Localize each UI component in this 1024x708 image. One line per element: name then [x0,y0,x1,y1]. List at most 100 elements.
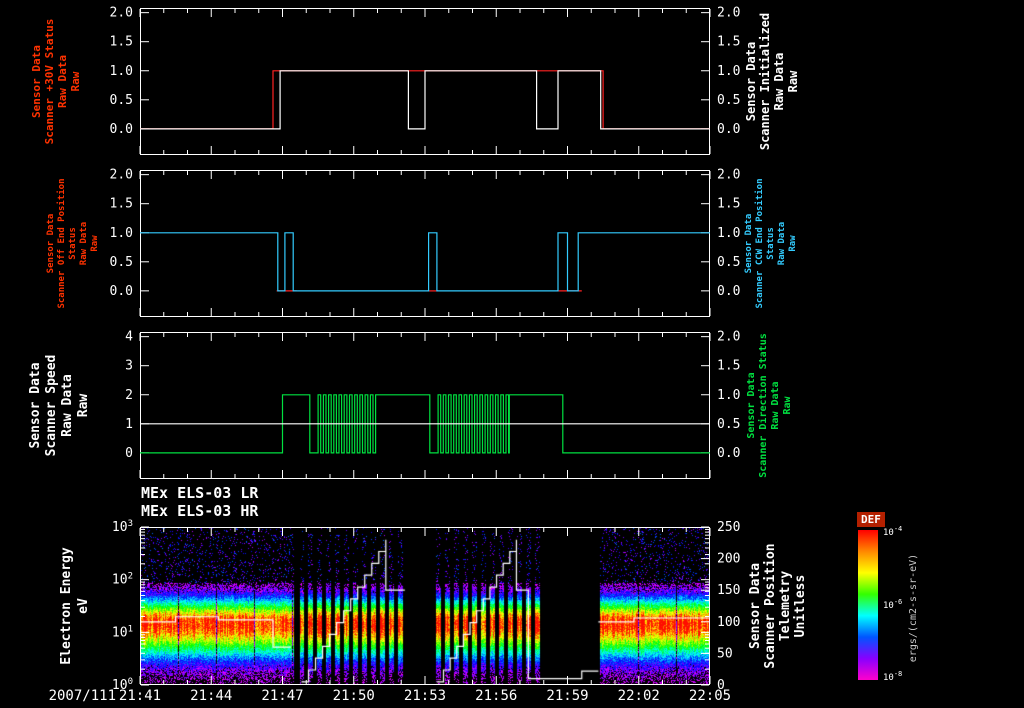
panel3-scanner-speed-plot: 0 1 2 3 4 0.0 0.5 1.0 1.5 2.0 [140,332,710,479]
date-label: 2007/111 [0,688,116,704]
svg-text:1.0: 1.0 [717,64,740,79]
svg-text:2.0: 2.0 [717,330,740,345]
colorbar-tick-label: 10-4 [883,525,902,538]
spectrogram-title-hr: MEx ELS-03 HR [141,502,258,520]
colorbar-tick-label: 10-6 [883,598,902,611]
panel2-left-axis-label: Sensor Data Scanner Off End Position Stat… [46,170,101,317]
axis-label-line: Raw Data [772,8,786,155]
svg-text:150: 150 [717,583,740,598]
svg-text:102: 102 [112,572,133,588]
spectrogram-title-lr: MEx ELS-03 LR [141,484,258,502]
svg-text:1.5: 1.5 [717,35,740,50]
svg-text:1.0: 1.0 [110,226,133,241]
axis-label-line: Raw Data [60,332,76,479]
svg-text:0.5: 0.5 [110,93,133,108]
axis-label-line: Sensor Data [744,8,758,155]
axis-label-line: Raw [69,8,82,155]
axis-label-line: Scanner +30V Status [43,8,56,155]
axis-label-line: Raw [786,8,800,155]
time-tick-label: 21:56 [475,688,517,704]
svg-text:2.0: 2.0 [110,168,133,183]
panel3-left-axis-label: Sensor Data Scanner Speed Raw Data Raw [28,332,92,479]
panel2-right-axis-label: Sensor Data Scanner CCW End Position Stat… [744,170,799,317]
axis-label-line: Scanner Initialized [758,8,772,155]
svg-text:3: 3 [125,359,133,374]
panel2-end-position-plot: 0.0 0.5 1.0 1.5 2.0 0.0 0.5 1.0 1.5 2.0 [140,170,710,317]
time-tick-label: 21:41 [119,688,161,704]
colorbar-tick-label: 10-8 [883,670,902,683]
svg-text:1.5: 1.5 [717,359,740,374]
svg-text:200: 200 [717,552,740,567]
axis-label-line: Raw Data [770,332,782,479]
time-tick-label: 22:02 [618,688,660,704]
svg-text:100: 100 [717,615,740,630]
svg-text:2.0: 2.0 [717,6,740,21]
svg-text:4: 4 [125,330,133,345]
svg-text:1.5: 1.5 [110,197,133,212]
panel1-right-axis-label: Sensor Data Scanner Initialized Raw Data Ra… [744,8,800,155]
panel1-scanner-30v-plot: 0.0 0.5 1.0 1.5 2.0 0.0 0.5 1.0 1.5 2.0 [140,8,710,155]
time-tick-label: 21:47 [261,688,303,704]
axis-label-line: Raw [782,332,794,479]
axis-label-line: Sensor Data [28,332,44,479]
axis-label-line: Sensor Data [46,170,57,317]
axis-label-line: Sensor Data [746,332,758,479]
spectrogram-left-axis-label: Electron Energy eV [58,527,92,685]
axis-label-line: Unitless [793,527,808,685]
svg-text:1.0: 1.0 [110,64,133,79]
svg-text:1.0: 1.0 [717,226,740,241]
svg-text:1.0: 1.0 [717,388,740,403]
svg-text:1: 1 [125,417,133,432]
axis-label-line: Scanner CCW End Position Status [755,170,777,317]
axis-label-line: Raw [90,170,101,317]
axis-label-line: eV [75,527,92,685]
svg-text:0.0: 0.0 [110,284,133,299]
svg-text:0.5: 0.5 [717,93,740,108]
axis-label-line: Scanner Position [763,527,778,685]
svg-text:0.0: 0.0 [717,446,740,461]
time-tick-label: 22:05 [689,688,731,704]
time-axis-labels: 2007/111 21:41 21:44 21:47 21:50 21:53 21:56 2… [0,688,1024,706]
spectrogram-right-axis-label: Sensor Data Scanner Position Telemetry Unit… [748,527,808,685]
axis-label-line: Telemetry [778,527,793,685]
svg-text:101: 101 [112,624,133,640]
svg-text:1.5: 1.5 [110,35,133,50]
colorbar-title: DEF [857,512,885,527]
axis-label-line: Raw Data [56,8,69,155]
axis-label-line: Raw [76,332,92,479]
svg-text:2: 2 [125,388,133,403]
axis-label-line: Scanner Off End Position Status [57,170,79,317]
panel1-left-axis-label: Sensor Data Scanner +30V Status Raw Data Ra… [30,8,82,155]
time-tick-label: 21:59 [546,688,588,704]
svg-text:0.5: 0.5 [717,255,740,270]
axis-label-line: ergs/(cm2-s-sr-eV) [908,533,919,683]
panel3-right-axis-label: Sensor Data Scanner Direction Status Raw D… [746,332,794,479]
axis-label-line: Raw [788,170,799,317]
axis-label-line: Electron Energy [58,527,75,685]
time-tick-label: 21:44 [190,688,232,704]
svg-text:0.5: 0.5 [717,417,740,432]
svg-text:0.0: 0.0 [110,122,133,137]
colorbar-tick-labels: 10-4 10-6 10-8 [881,530,911,680]
svg-text:0.0: 0.0 [717,284,740,299]
axis-label-line: Sensor Data [744,170,755,317]
axis-label-line: Raw Data [777,170,788,317]
axis-label-line: Scanner Direction Status [758,332,770,479]
svg-text:0: 0 [125,446,133,461]
svg-text:0.0: 0.0 [717,122,740,137]
axis-label-line: Sensor Data [748,527,763,685]
svg-text:1.5: 1.5 [717,197,740,212]
colorbar [858,530,878,680]
colorbar-units-label: ergs/(cm2-s-sr-eV) [908,533,919,683]
axis-label-line: Sensor Data [30,8,43,155]
spectrogram-axes: 100101102103050100150200250 [140,527,710,685]
axis-label-line: Scanner Speed [44,332,60,479]
svg-text:2.0: 2.0 [717,168,740,183]
els-telemetry-figure: Sensor Data Scanner +30V Status Raw Data Ra… [0,0,1024,708]
svg-text:250: 250 [717,520,740,535]
svg-text:103: 103 [112,519,133,535]
svg-text:0.5: 0.5 [110,255,133,270]
time-tick-label: 21:53 [404,688,446,704]
svg-text:2.0: 2.0 [110,6,133,21]
axis-label-line: Raw Data [79,170,90,317]
